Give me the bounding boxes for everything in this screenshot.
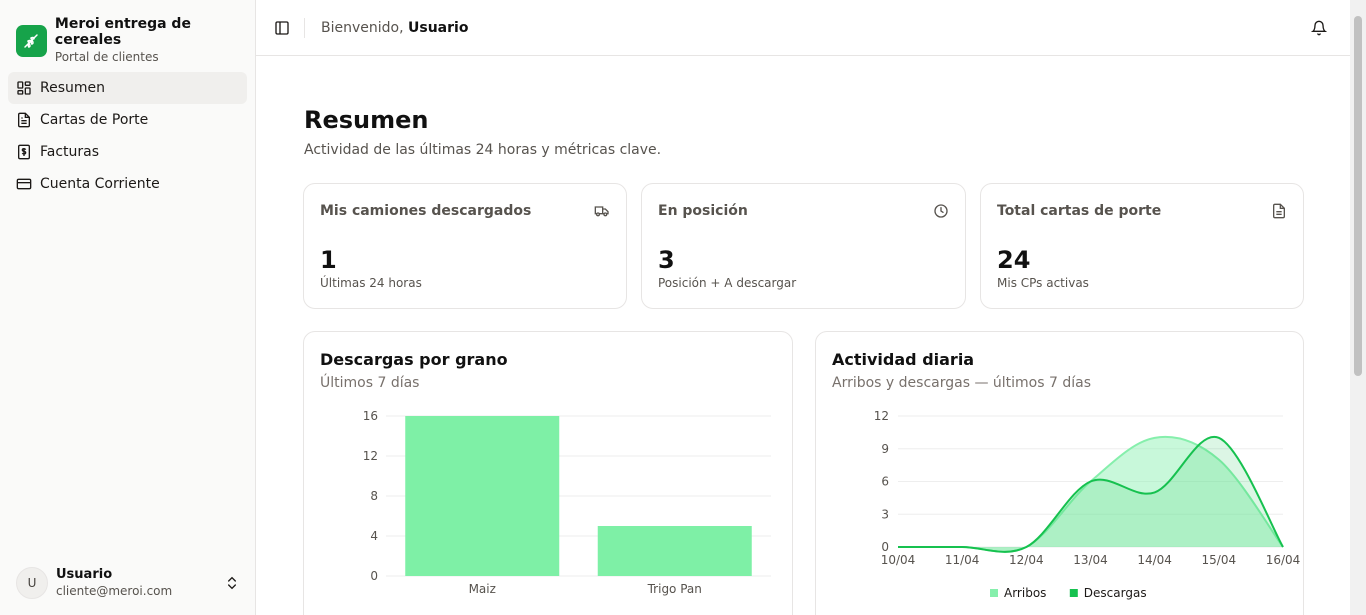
y-tick-label: 9 — [881, 442, 889, 456]
x-tick-label: Maiz — [469, 582, 496, 596]
y-tick-label: 8 — [370, 489, 378, 503]
sidebar-item-label: Resumen — [40, 80, 106, 96]
chart-card-actividad-diaria: Actividad diaria Arribos y descargas — ú… — [815, 331, 1304, 615]
stat-value: 1 — [320, 246, 337, 274]
user-name: Usuario — [56, 567, 113, 582]
welcome-prefix: Bienvenido, — [321, 20, 404, 36]
sidebar-item-resumen[interactable]: Resumen — [8, 72, 247, 104]
truck-icon — [594, 206, 609, 217]
sidebar-item-cuenta-corriente[interactable]: Cuenta Corriente — [8, 168, 247, 200]
y-tick-label: 3 — [881, 507, 889, 521]
stat-value: 24 — [997, 246, 1031, 274]
area-chart: 0 3 6 9 12 10/04 11/04 12/04 13/04 14/04 15/04 16/0… — [874, 409, 1301, 600]
y-tick-label: 12 — [363, 449, 378, 463]
legend-swatch — [1069, 589, 1078, 597]
bar-chart: 0 4 8 12 16 Maiz Trigo Pan — [363, 409, 771, 596]
page-subtitle: Actividad de las últimas 24 horas y métr… — [304, 142, 662, 158]
user-email: cliente@meroi.com — [56, 584, 173, 598]
scrollbar[interactable] — [1350, 0, 1366, 615]
stat-desc: Posición + A descargar — [658, 276, 797, 290]
wheat-icon — [16, 24, 47, 57]
clock-icon — [934, 204, 948, 218]
top-header: Bienvenido, Usuario — [256, 0, 1350, 56]
sidebar-nav: Resumen Cartas de Porte Facturas Cuenta … — [8, 72, 247, 200]
area-descargas — [898, 436, 1283, 552]
legend-swatch — [990, 589, 998, 597]
stat-label: Mis camiones descargados — [320, 203, 532, 219]
stat-card-total-cartas: Total cartas de porte 24 Mis CPs activas — [980, 183, 1304, 309]
sidebar-item-label: Cuenta Corriente — [40, 176, 160, 192]
y-tick-label: 12 — [874, 409, 889, 423]
sidebar-item-cartas-de-porte[interactable]: Cartas de Porte — [8, 104, 247, 136]
user-menu[interactable]: U Usuario cliente@meroi.com — [16, 566, 240, 600]
sidebar-item-label: Cartas de Porte — [40, 112, 149, 128]
welcome-text: Bienvenido, Usuario — [321, 20, 468, 36]
x-tick-label: 11/04 — [945, 553, 980, 567]
stat-label: En posición — [658, 203, 748, 219]
brand[interactable]: Meroi entrega de cereales Portal de clie… — [16, 16, 255, 65]
y-tick-label: 4 — [370, 529, 378, 543]
welcome-name: Usuario — [408, 20, 469, 36]
y-tick-label: 6 — [881, 475, 889, 489]
chevrons-up-down-icon — [228, 576, 236, 590]
bar-maiz — [405, 416, 560, 576]
x-tick-label: Trigo Pan — [647, 582, 702, 596]
bar-trigo-pan — [597, 526, 752, 576]
stat-value: 3 — [658, 246, 675, 274]
legend-label: Arribos — [1004, 586, 1046, 600]
y-tick-label: 16 — [363, 409, 378, 423]
stat-desc: Últimas 24 horas — [320, 276, 422, 290]
y-tick-label: 0 — [370, 569, 378, 583]
sidebar: Meroi entrega de cereales Portal de clie… — [0, 0, 256, 615]
stat-label: Total cartas de porte — [997, 203, 1162, 219]
sidebar-item-label: Facturas — [40, 144, 100, 160]
sidebar-item-facturas[interactable]: Facturas — [8, 136, 247, 168]
stat-desc: Mis CPs activas — [997, 276, 1089, 290]
file-icon — [1273, 203, 1285, 219]
dollar-receipt-icon — [18, 144, 30, 160]
legend-label: Descargas — [1084, 586, 1147, 600]
x-tick-label: 10/04 — [881, 553, 916, 567]
x-tick-label: 12/04 — [1009, 553, 1044, 567]
x-tick-label: 13/04 — [1073, 553, 1108, 567]
stat-card-en-posicion: En posición 3 Posición + A descargar — [641, 183, 966, 309]
credit-card-icon — [16, 178, 32, 190]
dashboard-icon — [17, 81, 31, 95]
page-title: Resumen — [304, 106, 429, 134]
bell-icon[interactable] — [1311, 20, 1327, 36]
sidebar-toggle-icon[interactable] — [274, 20, 290, 36]
x-tick-label: 16/04 — [1266, 553, 1301, 567]
brand-subtitle: Portal de clientes — [54, 50, 159, 64]
header-divider — [304, 18, 305, 38]
x-tick-label: 14/04 — [1137, 553, 1172, 567]
document-icon — [18, 112, 30, 128]
scrollbar-thumb[interactable] — [1354, 16, 1362, 376]
x-tick-label: 15/04 — [1202, 553, 1237, 567]
chart-card-descargas-por-grano: Descargas por grano Últimos 7 días 0 4 8 12… — [303, 331, 793, 615]
avatar: U — [16, 567, 48, 599]
y-tick-label: 0 — [881, 540, 889, 554]
stat-card-camiones: Mis camiones descargados 1 Últimas 24 ho… — [303, 183, 627, 309]
brand-title: Meroi entrega de cereales — [54, 16, 191, 48]
